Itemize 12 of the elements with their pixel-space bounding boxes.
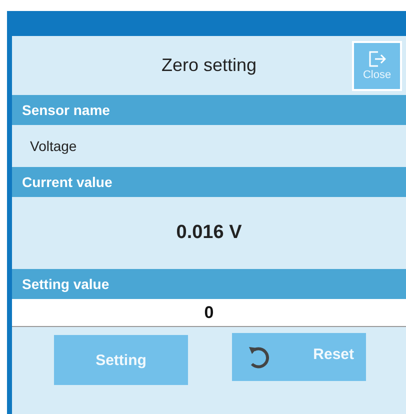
close-button[interactable]: Close	[352, 41, 402, 91]
setting-value-field[interactable]: 0	[12, 299, 406, 327]
current-value: 0.016 V	[175, 221, 243, 245]
exit-icon	[368, 51, 386, 67]
setting-button[interactable]: Setting	[54, 335, 188, 385]
undo-icon	[246, 344, 272, 370]
section-header: Setting value	[12, 269, 406, 299]
section-header: Current value	[12, 167, 406, 197]
dialog-title: Zero setting	[161, 55, 257, 76]
section-header: Sensor name	[12, 95, 406, 125]
sensor-name-value: Voltage	[29, 137, 78, 156]
reset-button[interactable]: Reset	[232, 333, 366, 381]
